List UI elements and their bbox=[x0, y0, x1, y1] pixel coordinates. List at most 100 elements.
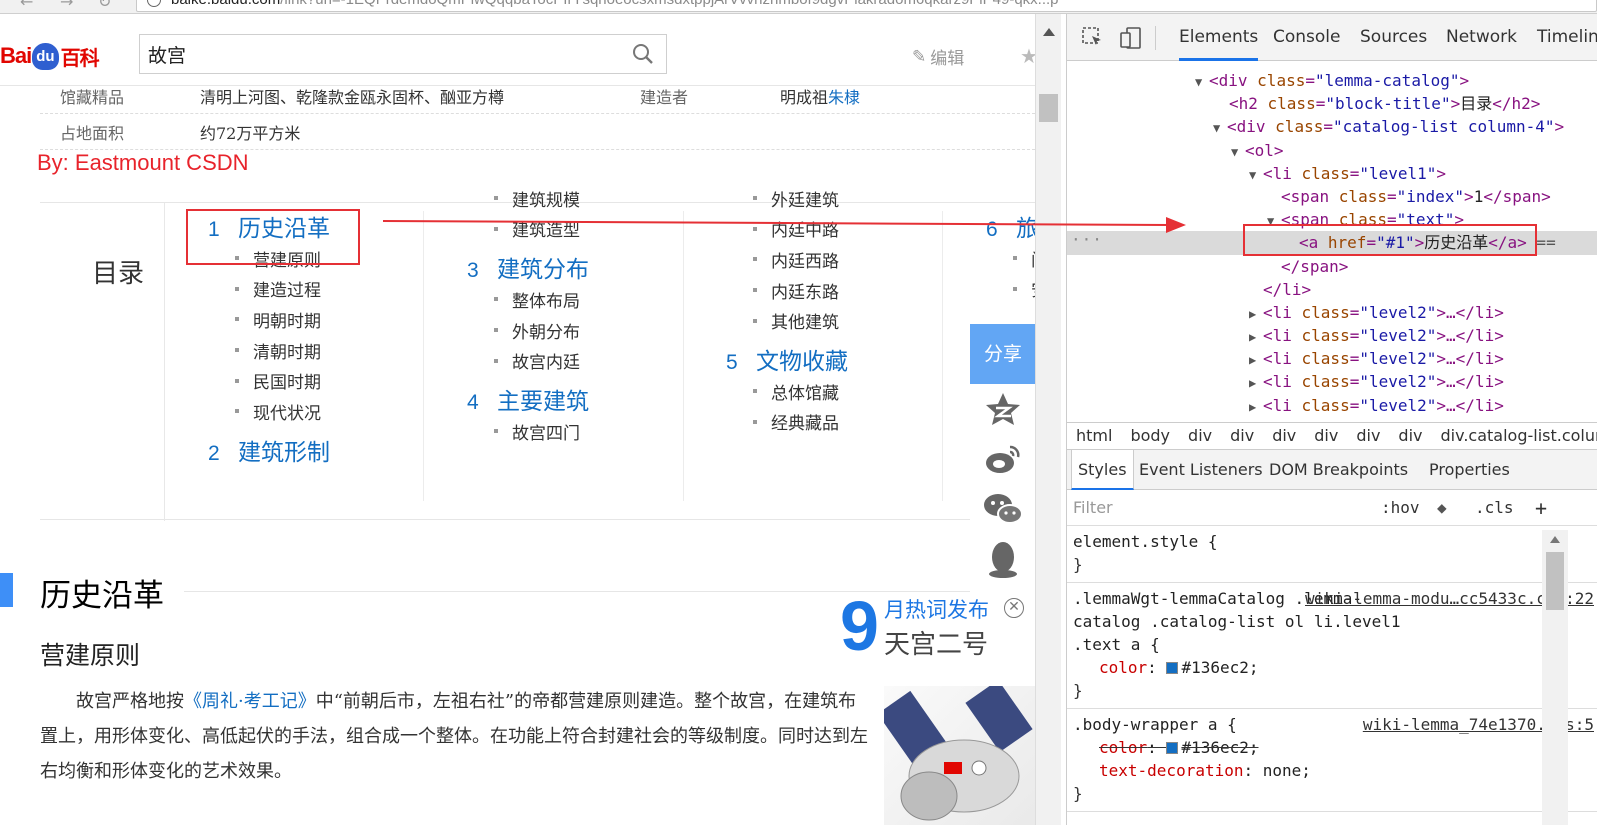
css-rule[interactable]: wiki-lemma-modu…cc5433c.css:22 .lemmaWgt… bbox=[1067, 583, 1597, 709]
catalog-link[interactable]: 内廷中路 bbox=[771, 216, 839, 241]
dom-node[interactable]: <h2 class="block-title">目录</h2> bbox=[1067, 92, 1597, 115]
catalog-link[interactable]: 经典藏品 bbox=[771, 409, 839, 434]
catalog-link[interactable]: 总体馆藏 bbox=[771, 379, 839, 404]
scroll-thumb[interactable] bbox=[1546, 552, 1564, 610]
search-icon[interactable] bbox=[632, 43, 654, 65]
page-scrollbar[interactable] bbox=[1035, 14, 1061, 825]
catalog-link[interactable]: 外朝分布 bbox=[512, 318, 580, 343]
subtab-dom-breakpoints[interactable]: DOM Breakpoints bbox=[1263, 450, 1414, 490]
hot-words-ad[interactable]: 9 月热词发布 天宫二号 ✕ bbox=[840, 590, 1040, 825]
breadcrumb-item[interactable]: body bbox=[1130, 426, 1170, 445]
catalog-level1-item[interactable]: 4 主要建筑 bbox=[467, 382, 589, 416]
dom-node[interactable]: ▶ <li class="level2">…</li> bbox=[1067, 301, 1597, 324]
close-icon[interactable]: ✕ bbox=[1004, 598, 1024, 618]
weibo-icon[interactable] bbox=[970, 434, 1036, 484]
catalog-level1-item[interactable]: 3 建筑分布 bbox=[467, 250, 589, 284]
catalog-level2-item[interactable]: 民国时期 bbox=[208, 365, 330, 396]
color-format-icon[interactable]: ◆ bbox=[1437, 490, 1447, 526]
styles-filter[interactable]: Filter :hov ◆ .cls + bbox=[1067, 490, 1597, 526]
catalog-level2-item[interactable]: 内廷西路 bbox=[726, 244, 848, 275]
rule-declaration-overridden[interactable]: color: #136ec2; bbox=[1073, 736, 1592, 759]
catalog-link[interactable]: 主要建筑 bbox=[497, 382, 589, 416]
dom-node[interactable]: </span> bbox=[1067, 255, 1597, 278]
cls-toggle[interactable]: .cls bbox=[1475, 490, 1514, 526]
catalog-link[interactable]: 故宫内廷 bbox=[512, 348, 580, 373]
qq-icon[interactable] bbox=[970, 534, 1036, 584]
catalog-link[interactable]: 历史沿革 bbox=[238, 209, 330, 243]
dom-node[interactable]: ▼ <li class="level1"> bbox=[1067, 162, 1597, 185]
dom-node[interactable]: ▶ <li class="level2">…</li> bbox=[1067, 324, 1597, 347]
rule-declaration[interactable]: color: #136ec2; bbox=[1073, 656, 1592, 679]
catalog-level2-item[interactable]: 营建原则 bbox=[208, 243, 330, 274]
forward-icon[interactable]: → bbox=[60, 0, 73, 11]
styles-scrollbar[interactable] bbox=[1542, 530, 1568, 825]
more-icon[interactable]: ··· bbox=[1071, 228, 1103, 251]
breadcrumb-item[interactable]: div bbox=[1356, 426, 1380, 445]
catalog-link[interactable]: 现代状况 bbox=[253, 399, 321, 424]
catalog-link[interactable]: 内廷东路 bbox=[771, 278, 839, 303]
catalog-link[interactable]: 民国时期 bbox=[253, 368, 321, 393]
dom-node[interactable]: ▼ <div class="lemma-catalog"> bbox=[1067, 69, 1597, 92]
catalog-level2-item[interactable]: 内廷中路 bbox=[726, 214, 848, 245]
catalog-link[interactable]: 建造过程 bbox=[253, 276, 321, 301]
catalog-link[interactable]: 明朝时期 bbox=[253, 307, 321, 332]
catalog-level2-item[interactable]: 清朝时期 bbox=[208, 335, 330, 366]
scroll-up-icon[interactable] bbox=[1043, 28, 1055, 36]
dom-node[interactable]: ▶ <li class="level2">…</li> bbox=[1067, 370, 1597, 393]
catalog-level2-item[interactable]: 整体布局 bbox=[467, 284, 589, 315]
site-info-icon[interactable] bbox=[147, 0, 161, 7]
catalog-link[interactable]: 文物收藏 bbox=[756, 342, 848, 376]
inspect-element-icon[interactable] bbox=[1081, 26, 1105, 50]
catalog-level2-item[interactable]: 故宫内廷 bbox=[467, 345, 589, 376]
catalog-link[interactable]: 建筑分布 bbox=[497, 250, 589, 284]
builder-link[interactable]: 朱棣 bbox=[828, 88, 860, 107]
color-swatch[interactable] bbox=[1166, 662, 1179, 674]
catalog-level2-item[interactable]: 明朝时期 bbox=[208, 304, 330, 335]
catalog-level2-item[interactable]: 外朝分布 bbox=[467, 315, 589, 346]
tab-elements[interactable]: Elements bbox=[1179, 14, 1259, 61]
edit-button[interactable]: ✎ 编辑 bbox=[912, 44, 964, 70]
dom-node[interactable]: ▼ <span class="text"> bbox=[1067, 208, 1597, 231]
catalog-link[interactable]: 建筑形制 bbox=[238, 433, 330, 467]
tab-timeline[interactable]: Timeline bbox=[1537, 14, 1597, 61]
dom-node[interactable]: ▼ <ol> bbox=[1067, 139, 1597, 162]
search-input[interactable] bbox=[148, 35, 618, 73]
catalog-link[interactable]: 其他建筑 bbox=[771, 308, 839, 333]
catalog-link[interactable]: 内廷西路 bbox=[771, 247, 839, 272]
breadcrumb-item[interactable]: div bbox=[1398, 426, 1422, 445]
catalog-level1-item[interactable]: 6旅 bbox=[986, 209, 1040, 243]
breadcrumb-item[interactable]: html bbox=[1076, 426, 1112, 445]
back-icon[interactable]: ← bbox=[20, 0, 33, 11]
subtab-styles[interactable]: Styles bbox=[1071, 450, 1134, 490]
catalog-level2-item[interactable]: 外廷建筑 bbox=[726, 183, 848, 214]
qzone-icon[interactable] bbox=[970, 384, 1036, 434]
breadcrumb-item[interactable]: div bbox=[1188, 426, 1212, 445]
css-rule[interactable]: element.style { } bbox=[1067, 526, 1597, 583]
catalog-level2-item[interactable]: 建筑造型 bbox=[467, 214, 589, 245]
scroll-thumb[interactable] bbox=[1039, 94, 1058, 122]
catalog-level2-item[interactable]: 内廷东路 bbox=[726, 275, 848, 306]
hov-toggle[interactable]: :hov bbox=[1381, 490, 1420, 526]
css-rule[interactable]: wiki-lemma_74e1370.css:5 .body-wrapper a… bbox=[1067, 709, 1597, 812]
catalog-link[interactable]: 整体布局 bbox=[512, 287, 580, 312]
dom-node[interactable]: ▶ <li class="level2">…</li> bbox=[1067, 394, 1597, 417]
baidu-baike-logo[interactable]: Bai du 百科 bbox=[0, 36, 100, 76]
catalog-link[interactable]: 清朝时期 bbox=[253, 338, 321, 363]
scroll-up-icon[interactable] bbox=[1550, 536, 1560, 543]
breadcrumb-item[interactable]: div bbox=[1314, 426, 1338, 445]
new-rule-icon[interactable]: + bbox=[1535, 490, 1547, 526]
catalog-level2-item[interactable]: 故宫四门 bbox=[467, 416, 589, 447]
dom-node-selected[interactable]: ··· <a href="#1">历史沿革</a> == bbox=[1067, 228, 1597, 255]
tab-console[interactable]: Console bbox=[1273, 14, 1341, 61]
catalog-link[interactable]: 营建原则 bbox=[253, 246, 321, 271]
catalog-level2-item[interactable]: 安 bbox=[986, 274, 1040, 305]
device-toolbar-icon[interactable] bbox=[1119, 26, 1143, 50]
breadcrumb-item[interactable]: div.catalog-list.column-4 bbox=[1441, 426, 1597, 445]
subtab-properties[interactable]: Properties bbox=[1423, 450, 1516, 490]
dom-node[interactable]: </li> bbox=[1067, 278, 1597, 301]
catalog-link[interactable]: 外廷建筑 bbox=[771, 186, 839, 211]
breadcrumb-item[interactable]: div bbox=[1272, 426, 1296, 445]
catalog-level2-item[interactable]: 建造过程 bbox=[208, 274, 330, 305]
url-input[interactable]: baike.baidu.com/link?url=-1EQPrdemdoQmPi… bbox=[136, 0, 1597, 12]
catalog-level2-item[interactable]: 门 bbox=[986, 243, 1040, 274]
